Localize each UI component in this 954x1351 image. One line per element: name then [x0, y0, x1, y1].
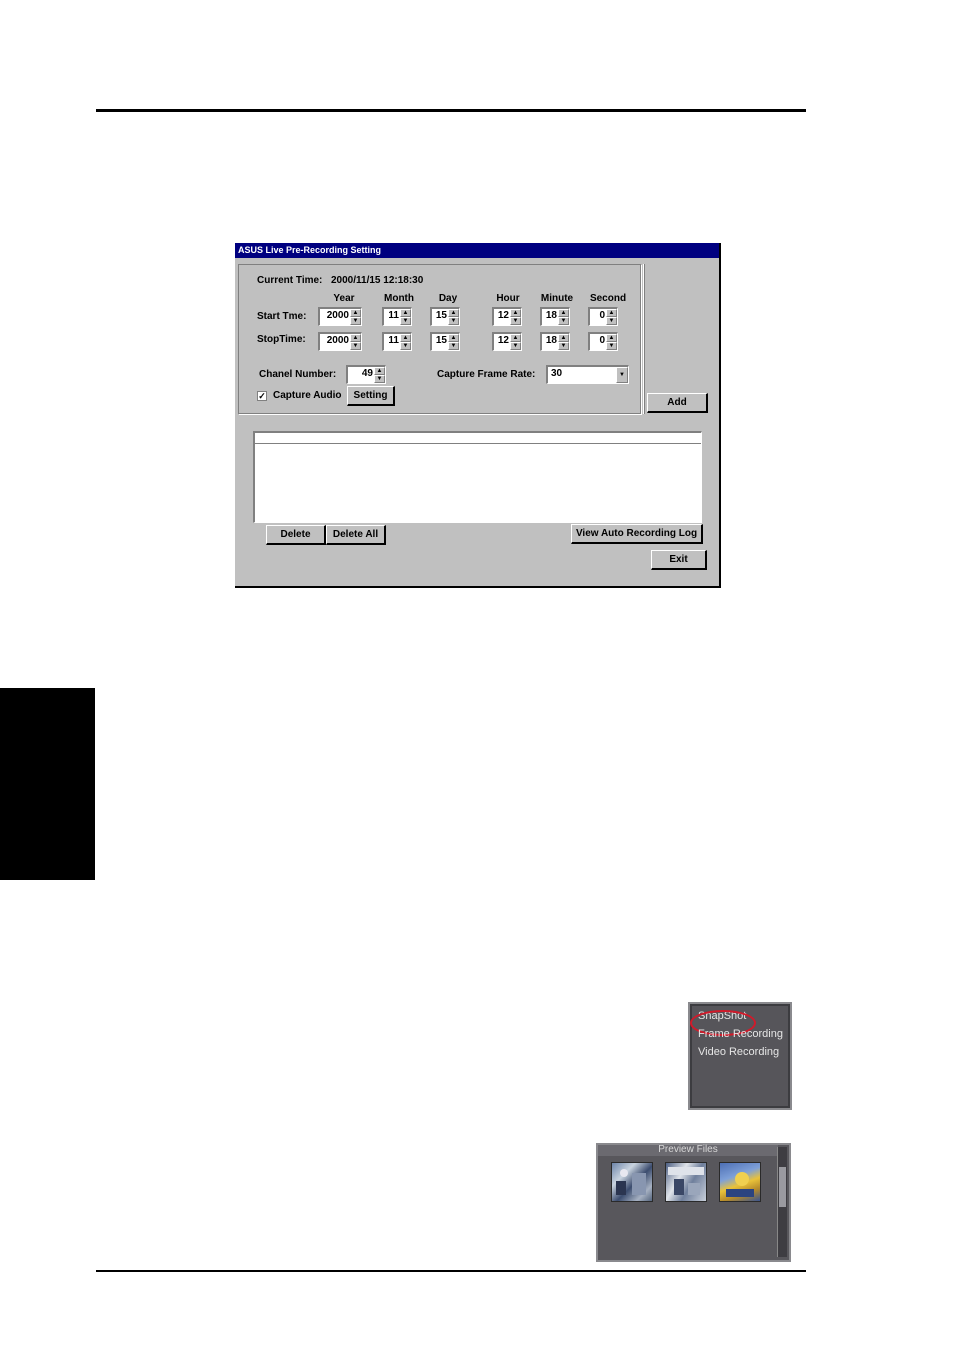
header-second: Second — [589, 293, 627, 304]
frame-rate-select[interactable]: 30 ▼ — [546, 365, 629, 384]
spin-up-icon[interactable]: ▲ — [606, 309, 617, 317]
add-group — [644, 264, 716, 414]
stop-time-label: StopTime: — [257, 334, 306, 345]
spin-down-icon[interactable]: ▼ — [558, 342, 569, 350]
stop-minute-spinner[interactable]: 18 ▲ ▼ — [540, 332, 570, 351]
spin-down-icon[interactable]: ▼ — [606, 317, 617, 325]
image-thumbnail-icon — [616, 1169, 646, 1195]
spin-up-icon[interactable]: ▲ — [448, 309, 459, 317]
preview-thumbnail[interactable] — [665, 1162, 707, 1202]
header-minute: Minute — [540, 293, 574, 304]
start-day-spinner[interactable]: 15 ▲ ▼ — [430, 307, 460, 326]
spin-down-icon[interactable]: ▼ — [448, 342, 459, 350]
channel-number-label: Chanel Number: — [259, 369, 337, 380]
chevron-down-icon[interactable]: ▼ — [616, 367, 628, 383]
spin-down-icon[interactable]: ▼ — [350, 342, 361, 350]
header-hour: Hour — [496, 293, 520, 304]
start-second-spinner[interactable]: 0 ▲ ▼ — [588, 307, 618, 326]
delete-button[interactable]: Delete — [266, 525, 326, 545]
header-year: Year — [333, 293, 355, 304]
current-time-label: Current Time: — [257, 275, 323, 286]
capture-audio-label: Capture Audio — [273, 390, 342, 401]
capture-menu: SnapShot Frame Recording Video Recording — [688, 1002, 792, 1110]
image-thumbnail-icon — [668, 1167, 704, 1195]
spin-down-icon[interactable]: ▼ — [606, 342, 617, 350]
header-day: Day — [438, 293, 458, 304]
preview-thumbnail[interactable] — [611, 1162, 653, 1202]
spin-down-icon[interactable]: ▼ — [400, 342, 411, 350]
stop-year-spinner[interactable]: 2000 ▲ ▼ — [318, 332, 362, 351]
spin-up-icon[interactable]: ▲ — [510, 334, 521, 342]
menu-item-frame-recording[interactable]: Frame Recording — [698, 1028, 783, 1040]
schedule-list[interactable] — [253, 431, 702, 523]
spin-down-icon[interactable]: ▼ — [510, 317, 521, 325]
image-thumbnail-icon — [726, 1172, 754, 1197]
chapter-tab — [0, 688, 95, 880]
stop-hour-spinner[interactable]: 12 ▲ ▼ — [492, 332, 522, 351]
spin-up-icon[interactable]: ▲ — [350, 334, 361, 342]
add-button[interactable]: Add — [647, 393, 708, 413]
menu-item-snapshot[interactable]: SnapShot — [690, 1010, 756, 1036]
preview-thumbnail[interactable] — [719, 1162, 761, 1202]
start-hour-spinner[interactable]: 12 ▲ ▼ — [492, 307, 522, 326]
dialog-title: ASUS Live Pre-Recording Setting — [235, 243, 719, 258]
spin-up-icon[interactable]: ▲ — [606, 334, 617, 342]
spin-down-icon[interactable]: ▼ — [400, 317, 411, 325]
spin-down-icon[interactable]: ▼ — [510, 342, 521, 350]
pre-recording-dialog: ASUS Live Pre-Recording Setting Current … — [235, 243, 721, 588]
stop-day-spinner[interactable]: 15 ▲ ▼ — [430, 332, 460, 351]
setting-button[interactable]: Setting — [347, 386, 395, 406]
spin-up-icon[interactable]: ▲ — [558, 334, 569, 342]
stop-second-spinner[interactable]: 0 ▲ ▼ — [588, 332, 618, 351]
spin-up-icon[interactable]: ▲ — [400, 309, 411, 317]
start-year-spinner[interactable]: 2000 ▲ ▼ — [318, 307, 362, 326]
spin-up-icon[interactable]: ▲ — [558, 309, 569, 317]
menu-item-video-recording[interactable]: Video Recording — [698, 1046, 779, 1058]
bottom-rule — [96, 1270, 806, 1272]
preview-title: Preview Files — [598, 1145, 778, 1156]
spin-down-icon[interactable]: ▼ — [350, 317, 361, 325]
scrollbar-thumb[interactable] — [779, 1167, 786, 1207]
spin-up-icon[interactable]: ▲ — [400, 334, 411, 342]
delete-all-button[interactable]: Delete All — [326, 525, 386, 545]
top-rule — [96, 109, 806, 112]
spin-down-icon[interactable]: ▼ — [374, 375, 385, 383]
exit-button[interactable]: Exit — [651, 550, 707, 570]
start-minute-spinner[interactable]: 18 ▲ ▼ — [540, 307, 570, 326]
start-time-label: Start Tme: — [257, 311, 307, 322]
spin-down-icon[interactable]: ▼ — [448, 317, 459, 325]
current-time-value: 2000/11/15 12:18:30 — [331, 275, 424, 286]
view-log-button[interactable]: View Auto Recording Log — [571, 524, 703, 544]
stop-month-spinner[interactable]: 11 ▲ ▼ — [382, 332, 412, 351]
preview-scrollbar[interactable] — [777, 1147, 787, 1257]
spin-down-icon[interactable]: ▼ — [558, 317, 569, 325]
capture-audio-checkbox[interactable]: ✓ — [257, 391, 267, 401]
list-header — [255, 433, 701, 444]
spin-up-icon[interactable]: ▲ — [374, 367, 385, 375]
start-month-spinner[interactable]: 11 ▲ ▼ — [382, 307, 412, 326]
preview-files-panel: Preview Files — [596, 1143, 791, 1262]
spin-up-icon[interactable]: ▲ — [510, 309, 521, 317]
channel-number-spinner[interactable]: 49 ▲ ▼ — [346, 365, 386, 384]
header-month: Month — [384, 293, 414, 304]
spin-up-icon[interactable]: ▲ — [448, 334, 459, 342]
frame-rate-label: Capture Frame Rate: — [437, 369, 536, 380]
spin-up-icon[interactable]: ▲ — [350, 309, 361, 317]
